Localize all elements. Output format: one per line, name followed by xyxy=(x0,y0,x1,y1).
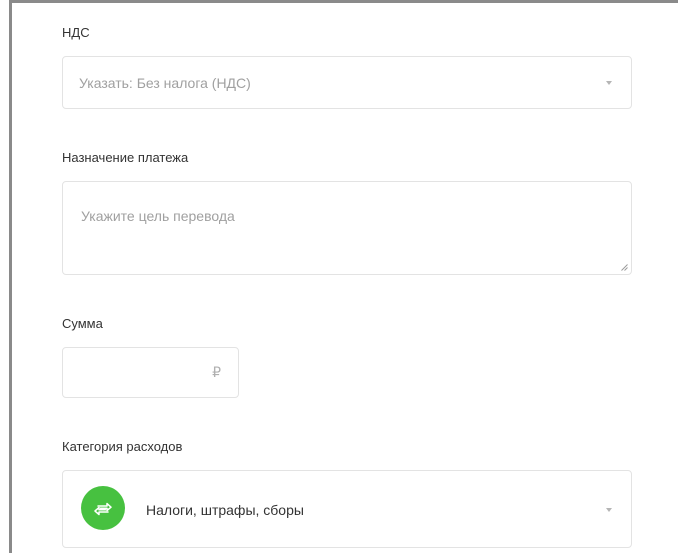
caret-down-icon xyxy=(606,81,612,85)
expense-category-value: Налоги, штрафы, сборы xyxy=(146,502,304,518)
amount-input[interactable]: ₽ xyxy=(62,347,239,398)
purpose-placeholder: Укажите цель перевода xyxy=(81,208,235,224)
resize-handle-icon[interactable] xyxy=(621,264,628,271)
purpose-label: Назначение платежа xyxy=(62,150,189,165)
window-border-top xyxy=(9,0,678,3)
amount-label: Сумма xyxy=(62,316,103,331)
purpose-textarea[interactable]: Укажите цель перевода xyxy=(62,181,632,275)
ruble-icon: ₽ xyxy=(212,364,221,380)
caret-down-icon xyxy=(606,508,612,512)
expense-category-select[interactable]: Налоги, штрафы, сборы xyxy=(62,470,632,548)
window-border-left xyxy=(9,0,12,553)
expense-category-label: Категория расходов xyxy=(62,439,183,454)
vat-select-value: Указать: Без налога (НДС) xyxy=(79,75,251,91)
vat-label: НДС xyxy=(62,25,90,40)
payment-form: НДС Указать: Без налога (НДС) Назначение… xyxy=(0,0,678,553)
transfer-arrows-icon xyxy=(81,486,125,530)
vat-select[interactable]: Указать: Без налога (НДС) xyxy=(62,56,632,109)
